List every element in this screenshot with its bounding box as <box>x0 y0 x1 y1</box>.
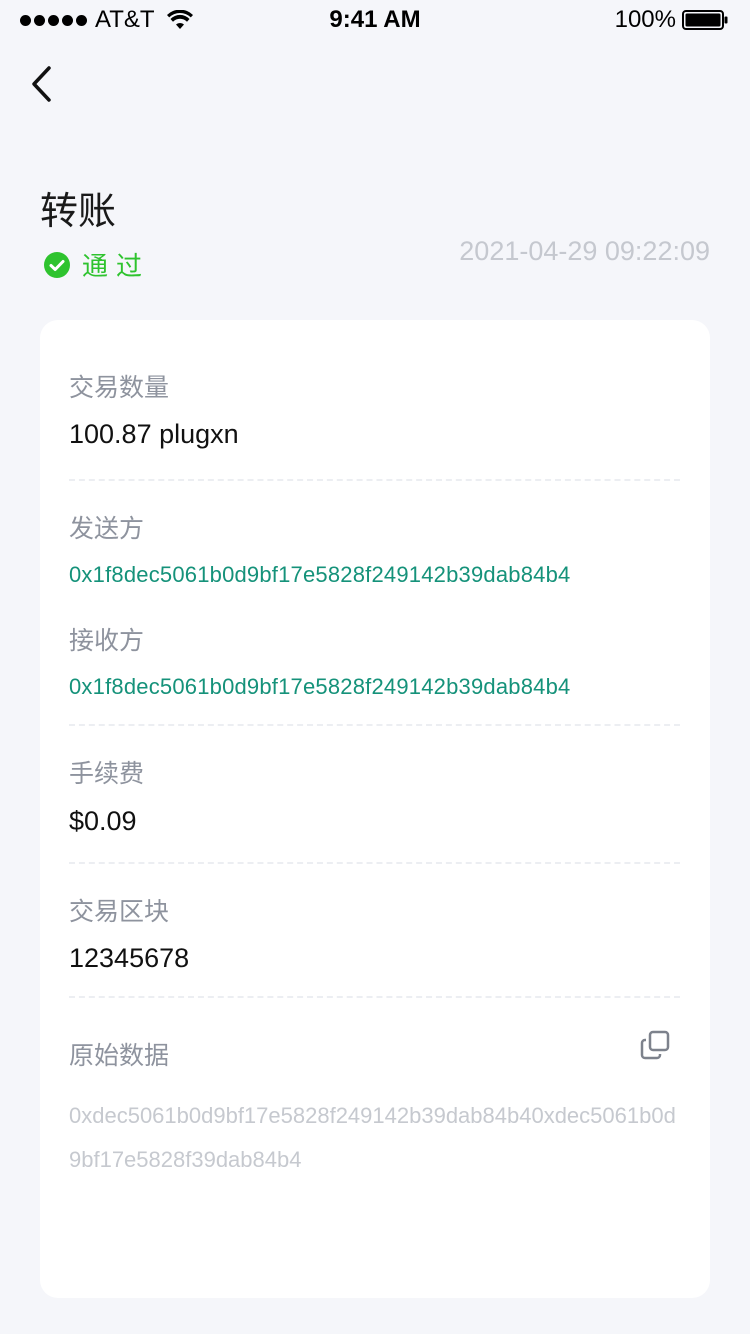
receiver-label: 接收方 <box>69 627 145 655</box>
status-badge: 通过 <box>44 246 150 283</box>
amount-label: 交易数量 <box>69 374 170 402</box>
sender-label: 发送方 <box>69 515 145 543</box>
fee-value: $0.09 <box>69 806 137 836</box>
amount-value: 100.87 plugxn <box>69 419 239 449</box>
raw-data-value: 0xdec5061b0d9bf17e5828f249142b39dab84b40… <box>69 1103 676 1172</box>
battery-percentage: 100% <box>614 6 676 33</box>
sender-address[interactable]: 0x1f8dec5061b0d9bf17e5828f249142b39dab84… <box>69 562 570 588</box>
check-circle-icon <box>44 251 70 278</box>
back-button[interactable] <box>24 62 64 106</box>
divider <box>69 724 680 726</box>
divider <box>69 479 680 481</box>
divider <box>69 996 680 998</box>
receiver-address[interactable]: 0x1f8dec5061b0d9bf17e5828f249142b39dab84… <box>69 674 570 700</box>
status-bar-right: 100% <box>615 6 728 34</box>
status-bar: AT&T 9:41 AM 100% <box>0 0 750 40</box>
block-value: 12345678 <box>69 943 190 973</box>
transaction-timestamp: 2021-04-29 09:22:09 <box>459 236 710 266</box>
fee-label: 手续费 <box>69 760 145 788</box>
status-text: 通过 <box>82 251 151 281</box>
divider <box>69 862 680 864</box>
page-title: 转账 <box>40 191 117 233</box>
copy-button[interactable] <box>640 1030 670 1060</box>
transaction-details-card: 交易数量 100.87 plugxn 发送方 0x1f8dec5061b0d9b… <box>40 320 710 1298</box>
chevron-left-icon <box>32 66 51 102</box>
copy-icon <box>640 1030 670 1060</box>
block-label: 交易区块 <box>69 898 170 926</box>
battery-icon <box>682 10 728 30</box>
raw-data-label: 原始数据 <box>69 1042 170 1070</box>
